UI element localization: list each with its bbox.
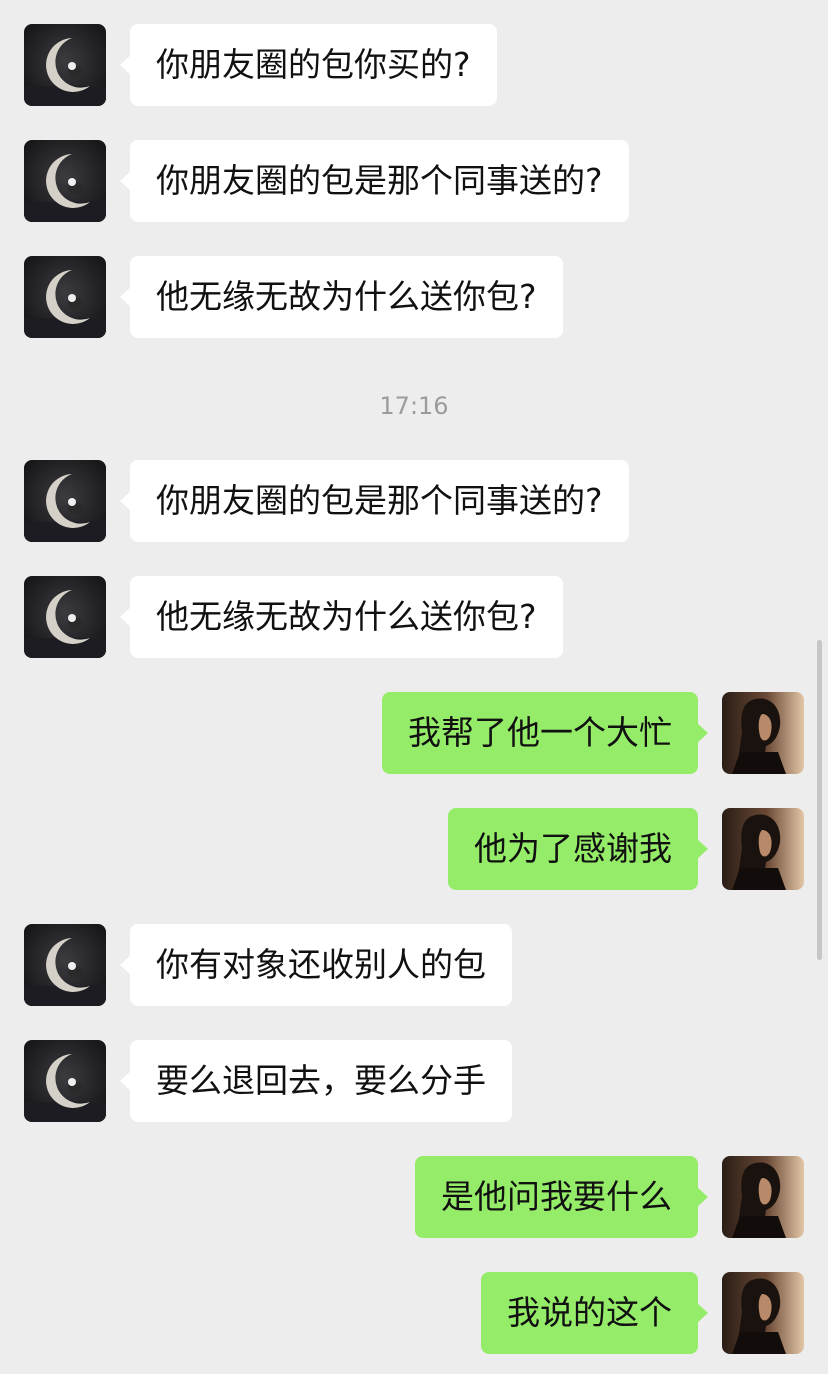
woman-portrait-avatar	[722, 692, 804, 774]
contact-avatar[interactable]	[24, 24, 106, 106]
message-timestamp: 17:16	[379, 392, 449, 420]
message-bubble-outgoing[interactable]: 是他问我要什么	[415, 1156, 708, 1238]
contact-avatar[interactable]	[24, 140, 106, 222]
moon-avatar-icon	[24, 576, 106, 658]
moon-avatar-icon	[24, 460, 106, 542]
moon-avatar-icon	[24, 1040, 106, 1122]
message-bubble-outgoing[interactable]: 我帮了他一个大忙	[382, 692, 708, 774]
contact-avatar[interactable]	[24, 460, 106, 542]
self-avatar[interactable]	[722, 1272, 804, 1354]
scrollbar[interactable]	[817, 640, 822, 960]
message-row-incoming: 你有对象还收别人的包	[0, 924, 828, 1006]
message-bubble-incoming[interactable]: 你朋友圈的包你买的?	[120, 24, 497, 106]
message-row-incoming: 要么退回去，要么分手	[0, 1040, 828, 1122]
moon-avatar-icon	[24, 140, 106, 222]
self-avatar[interactable]	[722, 692, 804, 774]
message-bubble-outgoing[interactable]: 我说的这个	[481, 1272, 708, 1354]
message-bubble-incoming[interactable]: 要么退回去，要么分手	[120, 1040, 512, 1122]
message-bubble-incoming[interactable]: 他无缘无故为什么送你包?	[120, 256, 563, 338]
message-row-incoming: 你朋友圈的包你买的?	[0, 24, 828, 106]
message-bubble-incoming[interactable]: 你朋友圈的包是那个同事送的?	[120, 140, 629, 222]
self-avatar[interactable]	[722, 808, 804, 890]
contact-avatar[interactable]	[24, 924, 106, 1006]
message-bubble-outgoing[interactable]: 他为了感谢我	[448, 808, 708, 890]
message-row-incoming: 他无缘无故为什么送你包?	[0, 256, 828, 338]
message-row-outgoing: 我说的这个	[0, 1272, 828, 1354]
self-avatar[interactable]	[722, 1156, 804, 1238]
woman-portrait-avatar	[722, 808, 804, 890]
message-row-incoming: 你朋友圈的包是那个同事送的?	[0, 460, 828, 542]
message-bubble-incoming[interactable]: 你朋友圈的包是那个同事送的?	[120, 460, 629, 542]
message-row-outgoing: 我帮了他一个大忙	[0, 692, 828, 774]
contact-avatar[interactable]	[24, 1040, 106, 1122]
moon-avatar-icon	[24, 24, 106, 106]
message-bubble-incoming[interactable]: 他无缘无故为什么送你包?	[120, 576, 563, 658]
message-row-outgoing: 是他问我要什么	[0, 1156, 828, 1238]
message-row-outgoing: 他为了感谢我	[0, 808, 828, 890]
moon-avatar-icon	[24, 924, 106, 1006]
message-row-incoming: 他无缘无故为什么送你包?	[0, 576, 828, 658]
contact-avatar[interactable]	[24, 576, 106, 658]
contact-avatar[interactable]	[24, 256, 106, 338]
woman-portrait-avatar	[722, 1272, 804, 1354]
woman-portrait-avatar	[722, 1156, 804, 1238]
moon-avatar-icon	[24, 256, 106, 338]
message-bubble-incoming[interactable]: 你有对象还收别人的包	[120, 924, 512, 1006]
message-row-incoming: 你朋友圈的包是那个同事送的?	[0, 140, 828, 222]
